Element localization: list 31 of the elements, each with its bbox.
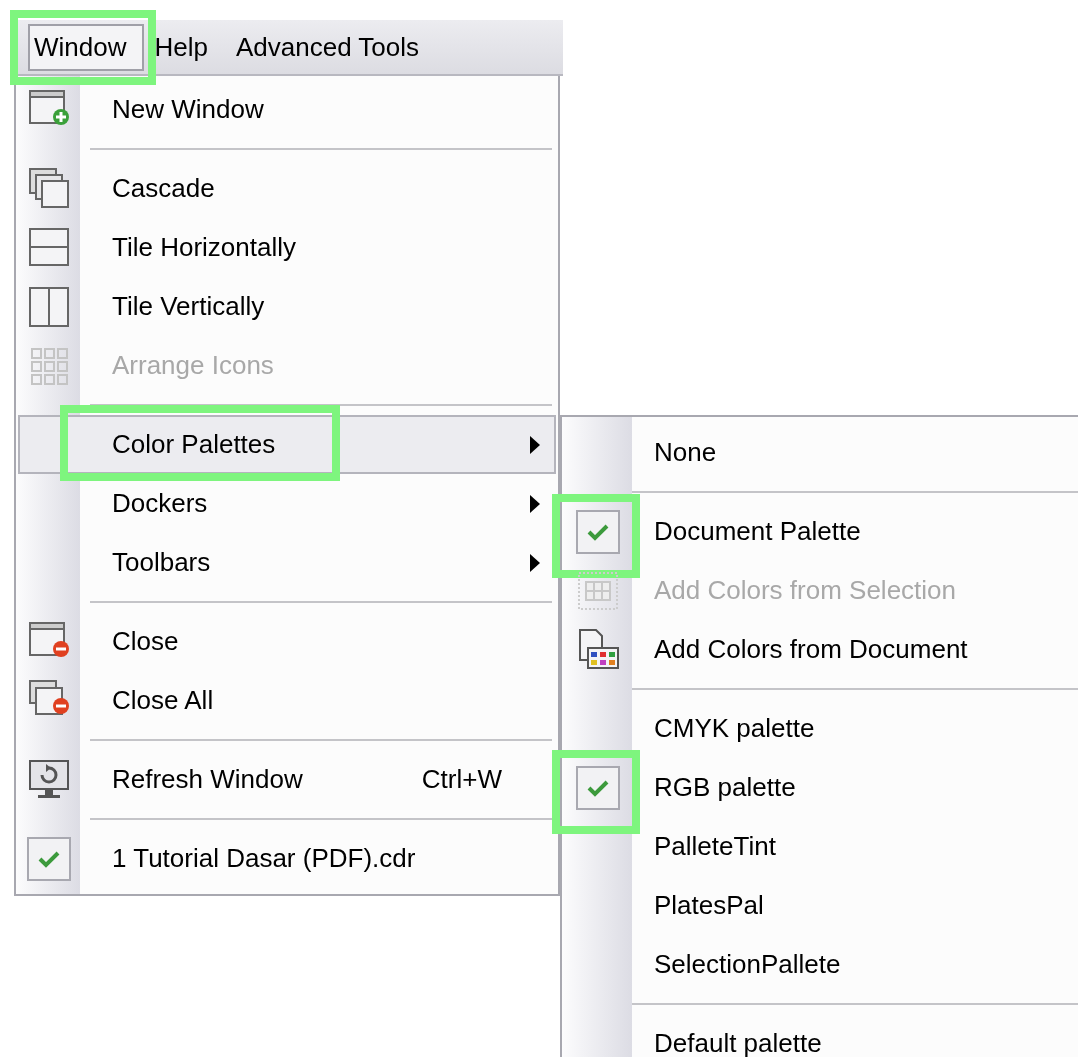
submenu-arrow-icon bbox=[530, 553, 540, 572]
checkmark-icon bbox=[587, 778, 609, 797]
menu-item[interactable]: RGB palette bbox=[564, 758, 1078, 817]
menu-item[interactable]: Cascade bbox=[18, 159, 556, 218]
menu-bar-item[interactable]: Advanced Tools bbox=[229, 23, 438, 71]
menu-item[interactable]: PalleteTint bbox=[564, 817, 1078, 876]
checkmark-icon bbox=[587, 522, 609, 541]
menu-item[interactable]: Dockers bbox=[18, 474, 556, 533]
menu-item[interactable]: PlatesPal bbox=[564, 876, 1078, 935]
menu-item[interactable]: Add Colors from Document bbox=[564, 620, 1078, 679]
palette-document-icon bbox=[576, 627, 620, 672]
menu-item[interactable]: Default palette bbox=[564, 1014, 1078, 1057]
menu-item[interactable]: Color Palettes bbox=[18, 415, 556, 474]
menu-item[interactable]: CMYK palette bbox=[564, 699, 1078, 758]
menu-item[interactable]: None bbox=[564, 423, 1078, 482]
menu-item[interactable]: Tile Horizontally bbox=[18, 218, 556, 277]
checkmark-icon bbox=[38, 849, 60, 868]
grid-icon bbox=[577, 570, 619, 611]
menu-item[interactable]: Tile Vertically bbox=[18, 277, 556, 336]
menu-bar-item[interactable]: Window bbox=[28, 23, 145, 71]
menu-item[interactable]: 1 Tutorial Dasar (PDF).cdr bbox=[18, 829, 556, 888]
menu-item[interactable]: Document Palette bbox=[564, 502, 1078, 561]
submenu-arrow-icon bbox=[530, 494, 540, 513]
submenu-arrow-icon bbox=[530, 435, 540, 454]
menu-item[interactable]: Close All bbox=[18, 671, 556, 730]
menu-bar-item[interactable]: Help bbox=[148, 23, 226, 71]
menu-item[interactable]: Refresh Window Ctrl+W bbox=[18, 750, 556, 809]
menu-item[interactable]: SelectionPallete bbox=[564, 935, 1078, 994]
menu-item[interactable]: Close bbox=[18, 612, 556, 671]
menu-item[interactable]: New Window bbox=[18, 80, 556, 139]
menu-item[interactable]: Toolbars bbox=[18, 533, 556, 592]
